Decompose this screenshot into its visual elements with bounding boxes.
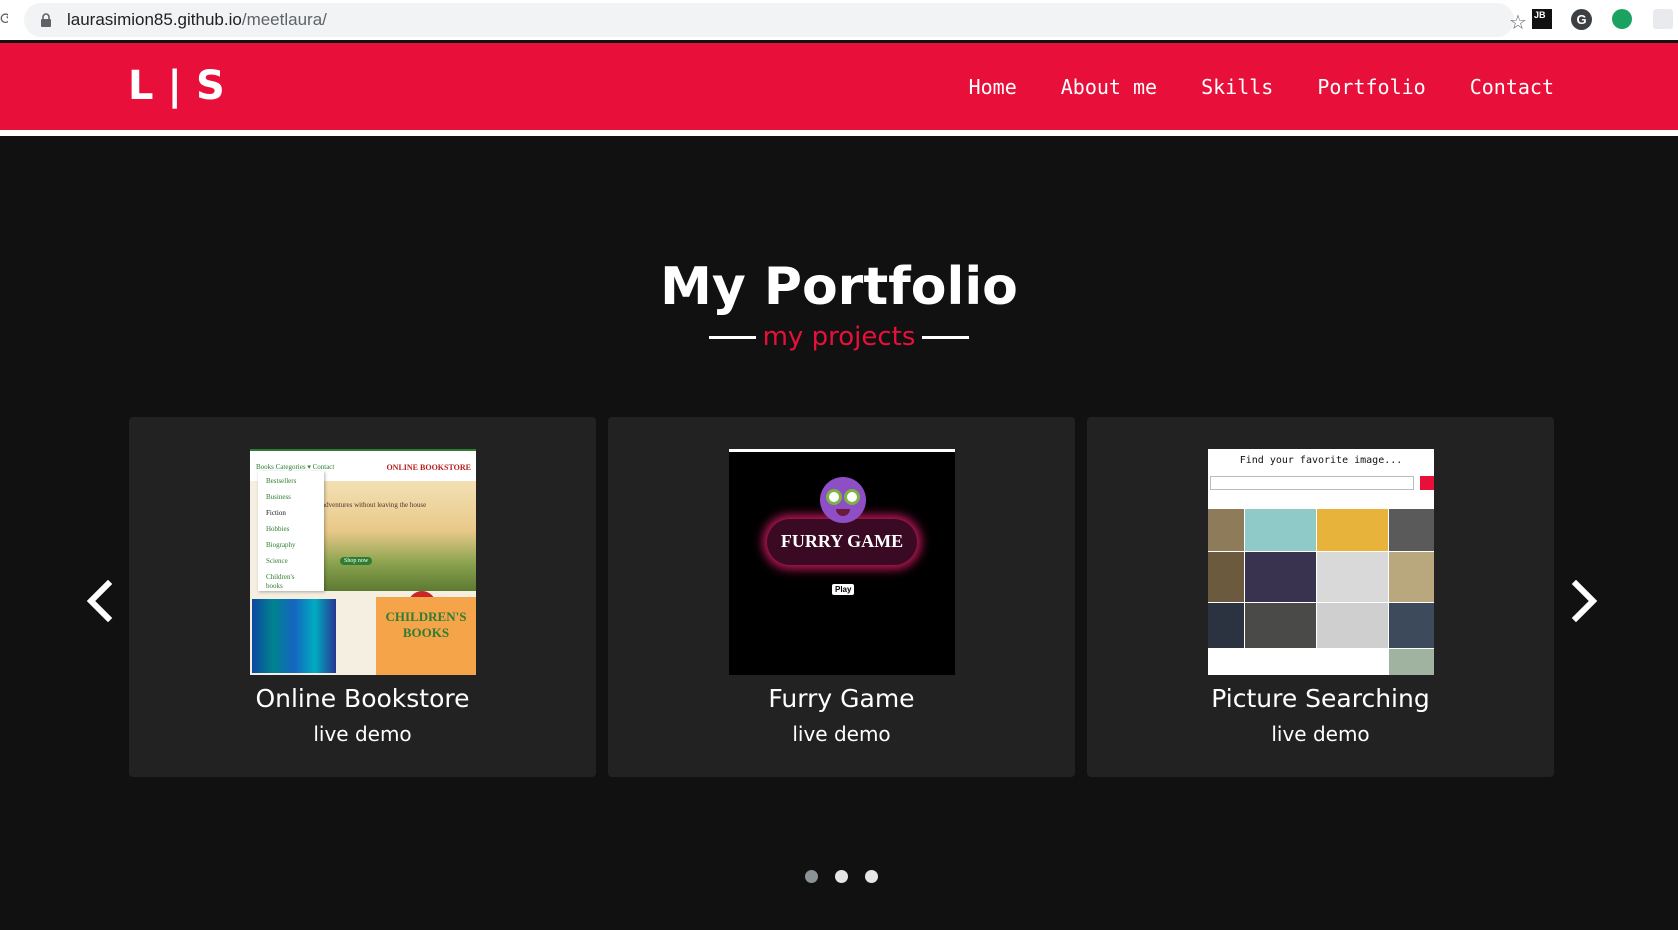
subtitle-divider-left [708,335,756,339]
thumb-search-input [1210,476,1414,490]
site-logo[interactable]: L | S [128,55,225,117]
star-icon[interactable]: ☆ [1507,11,1529,33]
thumb-menu: Books Categories ▾ Contact [256,463,335,471]
monster-icon [820,477,866,523]
extension-icon[interactable] [1653,9,1673,29]
thumb-kids-banner: CHILDREN'S BOOKS [376,597,476,675]
grid-photo [1317,509,1388,551]
thumb-category: Biography [266,541,296,549]
grid-photo [1317,603,1388,648]
chevron-right-icon[interactable] [1568,580,1602,622]
project-thumbnail[interactable]: FURRY GAME Play [729,449,955,675]
monster-mouth [836,509,850,516]
grid-photo [1208,603,1244,648]
nav-about-me[interactable]: About me [1061,75,1157,99]
lock-icon [41,13,51,27]
thumb-game-title: FURRY GAME [780,531,904,551]
header-divider [0,130,1678,136]
project-title: Online Bookstore [255,684,470,713]
live-demo-link[interactable]: live demo [129,719,596,749]
project-card: Find your favorite image... Picture Sear… [1087,417,1554,777]
grid-photo [1208,509,1244,551]
grid-photo [1245,509,1316,551]
carousel-dot-3[interactable] [865,870,878,883]
grid-photo [1208,649,1244,675]
live-demo-link[interactable]: live demo [608,719,1075,749]
thumb-category: Bestsellers [266,477,297,485]
project-card: Books Categories ▾ Contact ONLINE BOOKST… [129,417,596,777]
grid-photo [1245,552,1316,602]
carousel-dot-2[interactable] [835,870,848,883]
monster-eye [826,489,842,505]
browser-toolbar: ⟳ laurasimion85.github.io/meetlaura/ ☆ J… [0,0,1678,40]
project-thumbnail[interactable]: Books Categories ▾ Contact ONLINE BOOKST… [250,449,476,675]
project-title: Picture Searching [1211,684,1430,713]
thumb-topbar [729,449,955,452]
project-thumbnail[interactable]: Find your favorite image... [1208,449,1434,675]
nav-contact[interactable]: Contact [1470,75,1554,99]
thumb-category: Business [266,493,291,501]
grid-photo [1389,509,1434,551]
url-text: laurasimion85.github.io/meetlaura/ [67,3,327,37]
thumb-category: Hobbies [266,525,290,533]
url-path: /meetlaura/ [241,10,327,29]
thumb-book-covers [252,599,336,673]
grid-photo [1245,649,1316,675]
thumb-category: Children's books [266,573,295,590]
url-host: laurasimion85.github.io [67,10,242,29]
carousel-dot-1[interactable] [805,870,818,883]
thumb-category: Science [266,557,288,565]
site-header: L | S Home About me Skills Portfolio Con… [0,43,1678,130]
thumb-hero-text: adventures without leaving the house [322,501,427,509]
grid-photo [1245,603,1316,648]
extension-jb-icon[interactable]: JB [1532,9,1552,29]
thumb-play-button: Play [832,584,855,595]
thumb-image-grid [1208,509,1434,675]
grid-photo [1317,552,1388,602]
subtitle-divider-right [922,335,970,339]
grid-photo [1317,649,1388,675]
thumb-shop-button: Shop now [340,557,373,565]
chevron-left-icon[interactable] [82,580,116,622]
thumb-kids-text: CHILDREN'S BOOKS [385,609,467,640]
extension-g-icon[interactable]: G [1571,9,1592,30]
section-title: My Portfolio [660,257,1018,317]
nav-portfolio[interactable]: Portfolio [1317,75,1425,99]
section-subtitle: my projects [762,322,916,352]
thumb-category: Fiction [266,509,286,517]
nav-skills[interactable]: Skills [1201,75,1273,99]
carousel-dots [800,869,878,883]
extension-green-icon[interactable] [1612,9,1632,29]
grid-photo [1389,552,1434,602]
live-demo-link[interactable]: live demo [1087,719,1554,749]
address-bar[interactable]: laurasimion85.github.io/meetlaura/ ☆ [24,3,1527,37]
project-title: Furry Game [768,684,915,713]
grid-photo [1208,552,1244,602]
thumb-heading: Find your favorite image... [1239,455,1403,466]
reload-icon[interactable]: ⟳ [0,9,8,29]
project-card: FURRY GAME Play Furry Game live demo [608,417,1075,777]
monster-eye [844,489,860,505]
thumb-dropdown: Bestsellers Business Fiction Hobbies Bio… [258,471,324,591]
main-nav: Home About me Skills Portfolio Contact [925,43,1554,130]
section-subtitle-wrap: my projects [0,318,1678,356]
nav-home[interactable]: Home [969,75,1017,99]
grid-photo [1389,649,1434,675]
thumb-brand: ONLINE BOOKSTORE [386,463,471,472]
grid-photo [1389,603,1434,648]
thumb-search-button [1420,476,1434,490]
thumb-hero: adventures without leaving the house Sho… [320,481,476,613]
